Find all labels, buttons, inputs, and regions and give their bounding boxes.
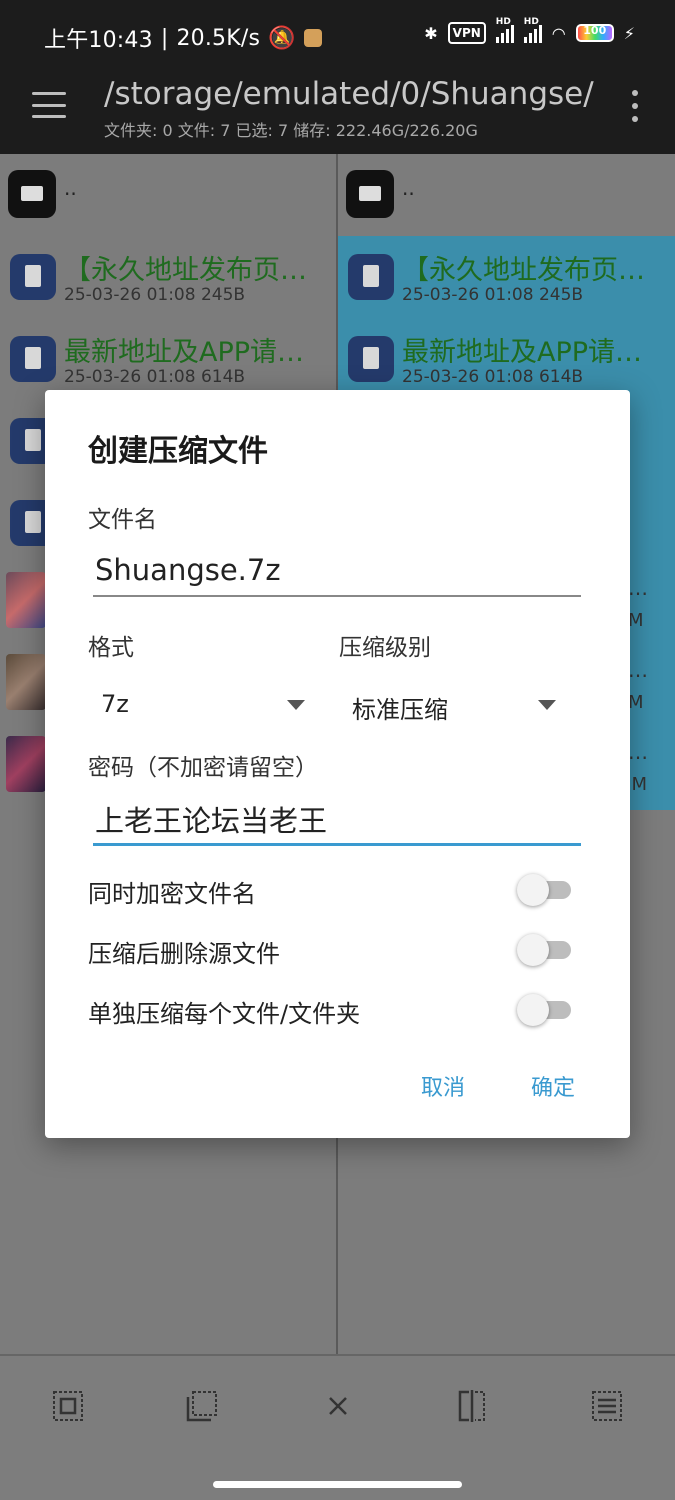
toggle-separate-archives-label: 单独压缩每个文件/文件夹	[88, 1000, 361, 1028]
folder-icon	[346, 170, 394, 218]
clock: 上午10:43	[44, 28, 153, 53]
app-header: /storage/emulated/0/Shuangse/ 文件夹: 0 文件:…	[0, 72, 675, 154]
status-right: ✱ VPN HD HD ◠ 100 ⚡	[424, 17, 635, 44]
bluetooth-icon: ✱	[424, 23, 438, 43]
file-meta: 25-03-26 01:08 614B	[402, 367, 584, 387]
filename-label: 文件名	[88, 507, 157, 533]
select-range-icon[interactable]	[182, 1386, 222, 1426]
file-row-selected[interactable]: 最新地址及APP请… 25-03-26 01:08 614B	[338, 318, 675, 400]
parent-dir-row[interactable]: ..	[0, 154, 336, 236]
file-name: 最新地址及APP请…	[402, 337, 643, 368]
path-info: 文件夹: 0 文件: 7 已选: 7 储存: 222.46G/226.20G	[104, 121, 478, 140]
file-meta: 25-03-26 01:08 245B	[402, 285, 584, 305]
overflow-menu-icon[interactable]	[631, 90, 639, 122]
toggle-delete-source[interactable]	[517, 932, 571, 966]
parent-dir-row[interactable]: ..	[338, 154, 675, 236]
file-row[interactable]: 【永久地址发布页… 25-03-26 01:08 245B	[0, 236, 336, 318]
wifi-icon: ◠	[551, 23, 566, 43]
folder-icon	[8, 170, 56, 218]
password-input[interactable]	[93, 794, 581, 846]
file-name: 【永久地址发布页…	[64, 255, 307, 286]
document-icon	[10, 254, 56, 300]
net-speed: 20.5K/s	[176, 25, 261, 51]
signal-icon-2: HD	[523, 17, 542, 43]
app-notification-icon	[303, 29, 322, 47]
document-icon	[348, 336, 394, 382]
level-select[interactable]: 标准压缩	[342, 682, 556, 726]
status-bar: 上午10:43 | 20.5K/s 🔕 ✱ VPN HD HD ◠ 100 ⚡	[0, 0, 675, 72]
select-all-icon[interactable]	[48, 1386, 88, 1426]
file-row[interactable]: 最新地址及APP请… 25-03-26 01:08 614B	[0, 318, 336, 400]
mute-bell-icon: 🔕	[268, 25, 296, 51]
filename-input[interactable]	[93, 545, 581, 597]
create-archive-dialog: 创建压缩文件 文件名 格式 压缩级别 7z 标准压缩 密码（不加密请留空） 同时…	[45, 390, 630, 1138]
file-name: 【永久地址发布页…	[402, 255, 645, 286]
toggle-encrypt-names[interactable]	[517, 872, 571, 906]
file-name: 最新地址及APP请…	[64, 337, 305, 368]
dialog-title: 创建压缩文件	[88, 434, 268, 469]
image-thumbnail[interactable]	[6, 654, 46, 710]
file-row-selected[interactable]: 【永久地址发布页… 25-03-26 01:08 245B	[338, 236, 675, 318]
level-value: 标准压缩	[352, 696, 448, 724]
select-list-icon[interactable]	[587, 1386, 627, 1426]
clear-selection-icon[interactable]	[318, 1386, 358, 1426]
chevron-down-icon	[287, 700, 305, 710]
home-indicator[interactable]	[213, 1481, 462, 1488]
toggle-encrypt-names-label: 同时加密文件名	[88, 880, 256, 908]
document-icon	[10, 336, 56, 382]
level-label: 压缩级别	[339, 635, 431, 661]
file-meta: 25-03-26 01:08 245B	[64, 285, 246, 305]
status-left: 上午10:43 | 20.5K/s 🔕	[44, 22, 322, 54]
current-path: /storage/emulated/0/Shuangse/	[104, 76, 594, 112]
cancel-button[interactable]: 取消	[421, 1070, 465, 1102]
image-thumbnail[interactable]	[6, 736, 46, 792]
vpn-badge: VPN	[447, 22, 486, 44]
charging-icon: ⚡	[623, 23, 635, 43]
signal-icon: HD	[495, 17, 514, 43]
bottom-toolbar	[0, 1354, 675, 1500]
toggle-separate-archives[interactable]	[517, 992, 571, 1026]
chevron-down-icon	[538, 700, 556, 710]
format-select[interactable]: 7z	[91, 682, 305, 726]
battery-icon: 100	[575, 24, 614, 42]
ok-button[interactable]: 确定	[531, 1070, 575, 1102]
toggle-delete-source-label: 压缩后删除源文件	[88, 940, 280, 968]
format-value: 7z	[101, 690, 129, 718]
password-label: 密码（不加密请留空）	[88, 755, 318, 781]
image-thumbnail[interactable]	[6, 572, 46, 628]
document-icon	[348, 254, 394, 300]
invert-selection-icon[interactable]	[452, 1386, 492, 1426]
format-label: 格式	[88, 635, 134, 661]
hamburger-menu-icon[interactable]	[32, 92, 66, 118]
file-meta: 25-03-26 01:08 614B	[64, 367, 246, 387]
